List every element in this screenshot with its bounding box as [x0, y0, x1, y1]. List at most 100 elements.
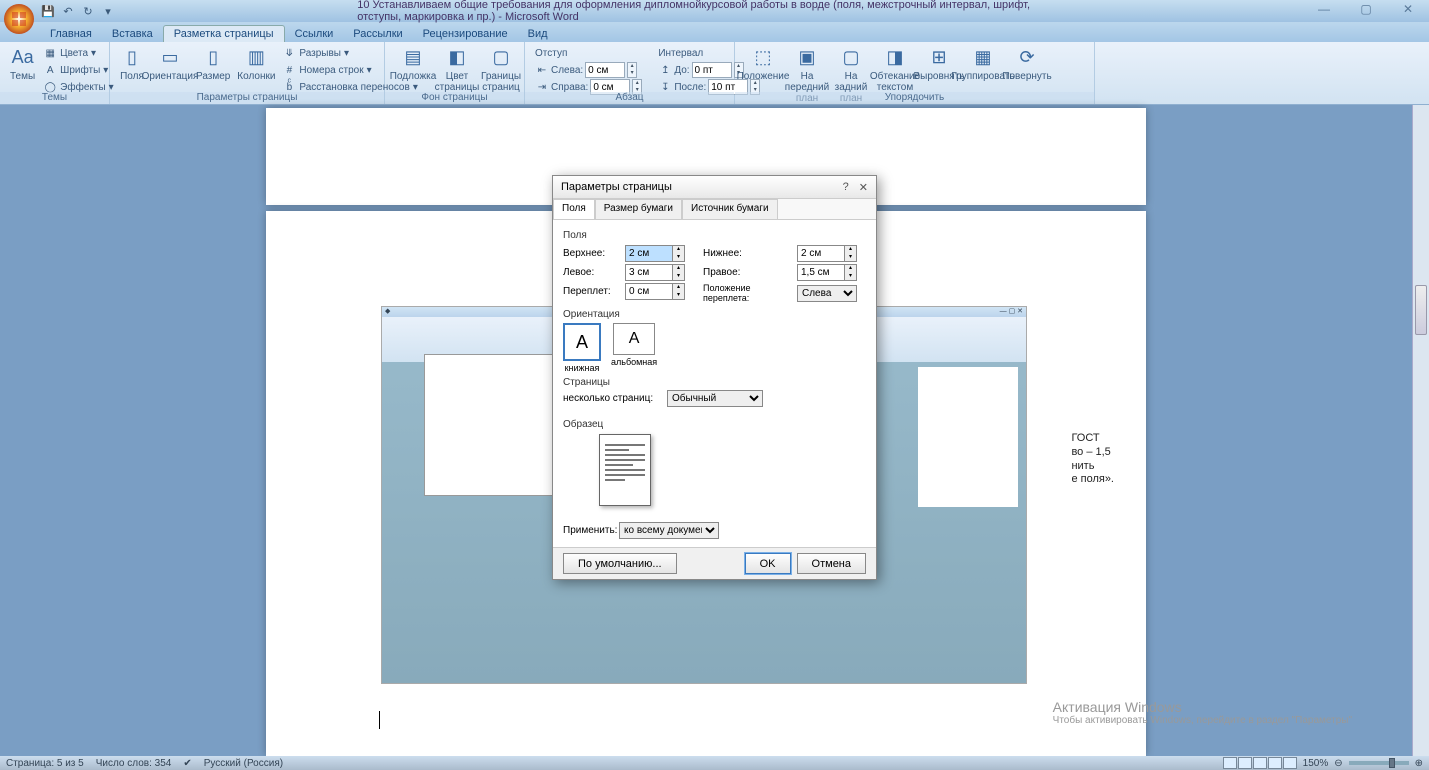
spinner-icon[interactable]: ▴▾ [673, 245, 685, 262]
spinner-icon[interactable]: ▴▾ [845, 264, 857, 281]
columns-button[interactable]: ▥Колонки [234, 44, 278, 96]
watermark-button[interactable]: ▤Подложка [391, 44, 435, 95]
align-icon: ⊞ [927, 46, 951, 70]
text-cursor [379, 711, 380, 729]
dialog-title-text: Параметры страницы [561, 181, 672, 193]
zoom-out-button[interactable]: ⊖ [1334, 758, 1342, 769]
tab-home[interactable]: Главная [40, 26, 102, 42]
default-button[interactable]: По умолчанию... [563, 553, 677, 574]
tab-insert[interactable]: Вставка [102, 26, 163, 42]
spinner-icon[interactable]: ▴▾ [627, 62, 637, 78]
page-color-icon: ◧ [445, 46, 469, 70]
watermark-sub: Чтобы активировать Windows, перейдите в … [1053, 715, 1352, 726]
undo-icon[interactable]: ↶ [60, 3, 76, 19]
gutter-pos-select[interactable]: Слева [797, 285, 857, 302]
dialog-tab-margins[interactable]: Поля [553, 199, 595, 219]
bottom-margin-input[interactable] [797, 245, 845, 262]
qat-more-icon[interactable]: ▾ [100, 3, 116, 19]
view-buttons[interactable] [1223, 757, 1297, 769]
status-words[interactable]: Число слов: 354 [96, 758, 172, 769]
scrollbar-thumb[interactable] [1415, 285, 1427, 335]
page-color-button[interactable]: ◧Цвет страницы [435, 44, 479, 95]
right-margin-input[interactable] [797, 264, 845, 281]
close-button[interactable]: ✕ [1387, 0, 1429, 18]
position-icon: ⬚ [751, 46, 775, 70]
section-preview: Образец [563, 419, 866, 430]
gutter-input[interactable] [625, 283, 673, 300]
orientation-button[interactable]: ▭Ориентация [148, 44, 192, 96]
spinner-icon[interactable]: ▴▾ [845, 245, 857, 262]
rotate-icon: ⟳ [1015, 46, 1039, 70]
orientation-landscape[interactable]: Aальбомная [611, 323, 657, 373]
orientation-portrait[interactable]: Aкнижная [563, 323, 601, 373]
send-back-icon: ▢ [839, 46, 863, 70]
tab-mailings[interactable]: Рассылки [343, 26, 412, 42]
spacing-after-label: После: [674, 82, 706, 93]
tab-page-layout[interactable]: Разметка страницы [163, 25, 285, 42]
fonts-button[interactable]: AШрифты ▾ [41, 62, 116, 78]
right-margin-label: Правое: [703, 267, 793, 278]
maximize-button[interactable]: ▢ [1345, 0, 1387, 18]
zoom-slider[interactable] [1349, 761, 1409, 765]
redo-icon[interactable]: ↻ [80, 3, 96, 19]
themes-button[interactable]: AaТемы [6, 44, 39, 96]
tab-view[interactable]: Вид [518, 26, 558, 42]
vertical-scrollbar[interactable] [1412, 105, 1429, 756]
position-label: Положение [737, 71, 790, 82]
tab-references[interactable]: Ссылки [285, 26, 344, 42]
colors-button[interactable]: ▦Цвета ▾ [41, 45, 116, 61]
tab-review[interactable]: Рецензирование [413, 26, 518, 42]
indent-left[interactable]: ⇤Слева:▴▾ [533, 62, 644, 78]
ok-button[interactable]: OK [745, 553, 791, 574]
office-button[interactable] [2, 2, 36, 36]
dialog-body: Поля Верхнее:▴▾ Левое:▴▾ Переплет:▴▾ Ниж… [553, 219, 876, 547]
section-margins: Поля [563, 230, 866, 241]
zoom-in-button[interactable]: ⊕ [1415, 758, 1423, 769]
status-language[interactable]: Русский (Россия) [204, 758, 283, 769]
left-margin-input[interactable] [625, 264, 673, 281]
size-label: Размер [196, 71, 230, 82]
zoom-level[interactable]: 150% [1303, 758, 1329, 769]
colors-label: Цвета [60, 48, 88, 59]
dialog-tab-paper[interactable]: Размер бумаги [595, 199, 682, 219]
apply-to-select[interactable]: ко всему документу [619, 522, 719, 539]
text-wrap-icon: ◨ [883, 46, 907, 70]
multi-pages-select[interactable]: Обычный [667, 390, 763, 407]
indent-right-label: Справа: [551, 82, 588, 93]
dialog-help-button[interactable]: ? [843, 181, 849, 194]
status-bar: Страница: 5 из 5 Число слов: 354 ✔ Русск… [0, 756, 1429, 770]
group-paragraph-label: Абзац [525, 92, 734, 104]
multi-pages-label: несколько страниц: [563, 393, 663, 404]
margins-button[interactable]: ▯Поля [116, 44, 148, 96]
themes-label: Темы [10, 71, 35, 82]
document-text: ГОСТ во – 1,5 нить е поля». [1071, 432, 1114, 487]
indent-left-input[interactable] [585, 62, 625, 78]
group-icon: ▦ [971, 46, 995, 70]
group-page-setup: ▯Поля ▭Ориентация ▯Размер ▥Колонки ⤋Разр… [110, 42, 385, 104]
columns-icon: ▥ [244, 46, 268, 70]
size-button[interactable]: ▯Размер [192, 44, 234, 96]
dialog-titlebar[interactable]: Параметры страницы ? ✕ [553, 176, 876, 199]
group-page-background: ▤Подложка ◧Цвет страницы ▢Границы страни… [385, 42, 525, 104]
indent-left-icon: ⇤ [535, 63, 549, 77]
minimize-button[interactable]: — [1303, 0, 1345, 18]
top-margin-input[interactable] [625, 245, 673, 262]
dialog-tab-source[interactable]: Источник бумаги [682, 199, 778, 219]
spinner-icon[interactable]: ▴▾ [673, 264, 685, 281]
orient-landscape-label: альбомная [611, 357, 657, 367]
spacing-before-input[interactable] [692, 62, 732, 78]
spellcheck-icon[interactable]: ✔ [183, 758, 191, 769]
spinner-icon[interactable]: ▴▾ [673, 283, 685, 300]
text-line: нить [1071, 460, 1114, 474]
size-icon: ▯ [201, 46, 225, 70]
watermark-label: Подложка [390, 71, 437, 82]
text-line: во – 1,5 [1071, 446, 1114, 460]
page-borders-button[interactable]: ▢Границы страниц [479, 44, 523, 95]
spacing-before-icon: ↥ [658, 63, 672, 77]
save-icon[interactable]: 💾 [40, 3, 56, 19]
page-borders-label: Границы страниц [481, 71, 521, 93]
status-page[interactable]: Страница: 5 из 5 [6, 758, 84, 769]
dialog-close-button[interactable]: ✕ [859, 181, 868, 194]
cancel-button[interactable]: Отмена [797, 553, 866, 574]
orientation-icon: ▭ [158, 46, 182, 70]
